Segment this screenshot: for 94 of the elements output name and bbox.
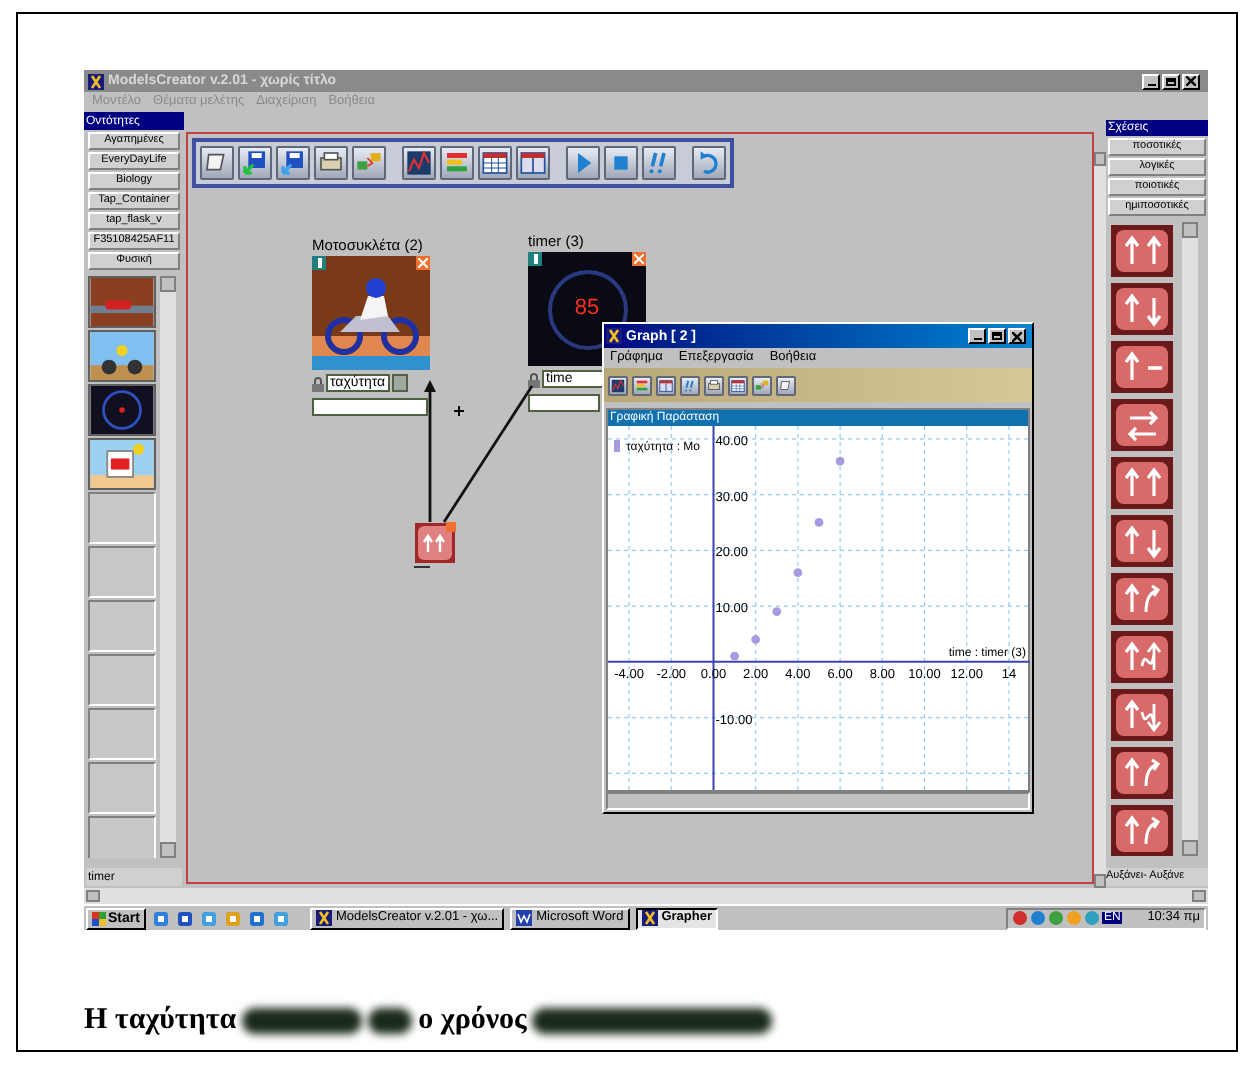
page-icon xyxy=(778,377,794,393)
empty-slot[interactable] xyxy=(88,654,156,706)
relation-arrows-icon[interactable] xyxy=(1110,804,1174,856)
data-point xyxy=(793,568,803,577)
floppy-disk-icon xyxy=(278,148,308,178)
scrollbar[interactable] xyxy=(1182,222,1198,856)
app-logo-icon xyxy=(641,910,658,926)
empty-slot[interactable] xyxy=(88,492,156,544)
data-point xyxy=(772,607,782,616)
value-field[interactable] xyxy=(528,394,600,412)
app-logo-icon xyxy=(315,910,332,926)
table-icon xyxy=(480,148,510,178)
toolbar-button[interactable] xyxy=(704,375,724,395)
lock-icon[interactable] xyxy=(312,375,324,391)
relation-arrows-icon[interactable] xyxy=(1110,630,1174,684)
toolbar-button[interactable] xyxy=(566,146,600,180)
cursor-icon xyxy=(454,406,464,416)
relation-arrows-icon[interactable] xyxy=(1110,282,1174,336)
computers-icon xyxy=(754,377,770,393)
table-icon xyxy=(518,148,548,178)
motorcycle-rider-drawing xyxy=(312,256,430,370)
info-badge[interactable] xyxy=(528,252,542,266)
relation-node[interactable] xyxy=(414,522,456,564)
toolbar-button[interactable] xyxy=(632,375,652,395)
close-button[interactable] xyxy=(1182,73,1200,89)
toolbar-button[interactable] xyxy=(776,375,796,395)
toolbar-button[interactable] xyxy=(516,146,550,180)
close-button[interactable] xyxy=(1008,328,1026,344)
model-canvas[interactable] xyxy=(186,132,1094,884)
windows-logo-icon xyxy=(92,911,106,925)
relation-arrows-icon[interactable] xyxy=(1110,746,1174,800)
app-logo-icon xyxy=(88,73,104,89)
empty-slot[interactable] xyxy=(88,816,156,858)
relation-arrows-icon[interactable] xyxy=(1110,572,1174,626)
scene-thumbnail[interactable] xyxy=(88,276,156,328)
connector-arrow xyxy=(424,380,436,522)
line-chart-icon xyxy=(404,148,434,178)
caption-text: ο χρόνος xyxy=(418,1001,527,1040)
toolbar-button[interactable] xyxy=(478,146,512,180)
floppy-disk-icon xyxy=(240,148,270,178)
toolbar-button[interactable] xyxy=(642,146,676,180)
table-icon xyxy=(730,377,746,393)
data-point xyxy=(835,456,845,466)
empty-slot[interactable] xyxy=(88,546,156,598)
toolbar-button[interactable] xyxy=(680,375,700,395)
blurred-text xyxy=(242,1007,363,1033)
scrollbar[interactable] xyxy=(84,888,1208,904)
maximize-button[interactable] xyxy=(1162,73,1180,89)
value-field[interactable] xyxy=(312,398,428,416)
toolbar-button[interactable] xyxy=(608,375,628,395)
toolbar-button[interactable] xyxy=(238,146,272,180)
data-point xyxy=(751,635,761,644)
scene-thumbnail[interactable] xyxy=(88,330,156,382)
toolbar-button[interactable] xyxy=(402,146,436,180)
relation-arrows-icon[interactable] xyxy=(1110,456,1174,510)
lock-icon[interactable] xyxy=(528,371,540,387)
relation-arrows-icon[interactable] xyxy=(1110,224,1174,278)
table-icon xyxy=(658,377,674,393)
empty-slot[interactable] xyxy=(88,708,156,760)
app-logo-icon xyxy=(606,328,622,344)
info-badge[interactable] xyxy=(312,256,326,270)
maximize-button[interactable] xyxy=(988,328,1006,344)
minimize-button[interactable] xyxy=(1142,73,1160,89)
toolbar-button[interactable] xyxy=(314,146,348,180)
connector-line xyxy=(442,385,534,523)
toolbar-button[interactable] xyxy=(604,146,638,180)
blurred-text xyxy=(368,1007,413,1033)
toolbar-button[interactable] xyxy=(276,146,310,180)
data-point xyxy=(814,518,824,527)
relation-arrows-icon[interactable] xyxy=(1110,688,1174,742)
toolbar-button[interactable] xyxy=(440,146,474,180)
toolbar-button[interactable] xyxy=(352,146,386,180)
toolbar-button[interactable] xyxy=(728,375,748,395)
toolbar-button[interactable] xyxy=(752,375,772,395)
toolbar-button[interactable] xyxy=(692,146,726,180)
dropdown-button[interactable] xyxy=(391,374,408,392)
relation-arrows-icon[interactable] xyxy=(1110,514,1174,568)
minimize-button[interactable] xyxy=(968,328,986,344)
calendar-thumbnail[interactable] xyxy=(88,438,156,490)
empty-slot[interactable] xyxy=(88,762,156,814)
bar-chart-icon xyxy=(634,377,650,393)
scrollbar[interactable] xyxy=(160,276,176,858)
relation-arrows-icon[interactable] xyxy=(1110,340,1174,394)
toolbar-button[interactable] xyxy=(656,375,676,395)
empty-slot[interactable] xyxy=(88,600,156,652)
dial-thumbnail[interactable] xyxy=(88,384,156,436)
caption-text: Η ταχύτητα xyxy=(84,1001,237,1040)
toolbar-button[interactable] xyxy=(200,146,234,180)
relation-arrows-icon[interactable] xyxy=(1110,398,1174,452)
line-chart-icon xyxy=(610,377,626,393)
printer-icon xyxy=(706,377,722,393)
exclamation-marks-icon xyxy=(682,377,698,393)
data-point xyxy=(730,651,739,661)
scrollbar[interactable] xyxy=(1094,152,1106,888)
